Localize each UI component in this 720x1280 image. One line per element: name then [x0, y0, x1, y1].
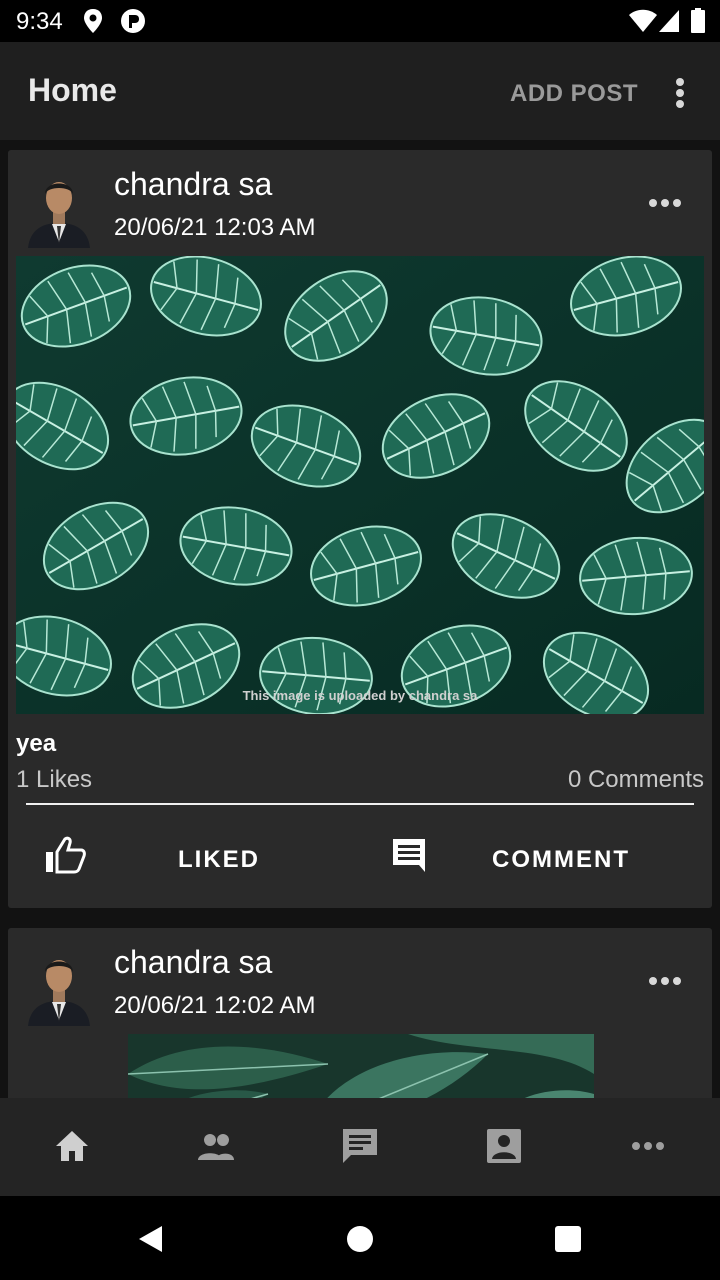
add-post-button[interactable]: ADD POST [510, 80, 638, 108]
like-button[interactable]: LIKED [178, 846, 260, 874]
avatar[interactable] [26, 168, 92, 248]
post-timestamp: 20/06/21 12:03 AM [114, 214, 316, 241]
post-more-icon[interactable] [648, 975, 682, 987]
bottom-nav [0, 1098, 720, 1196]
divider [26, 803, 694, 805]
page-title: Home [28, 72, 117, 108]
comments-count[interactable]: 0 Comments [568, 766, 704, 794]
recents-icon[interactable] [554, 1225, 582, 1253]
likes-count[interactable]: 1 Likes [16, 766, 92, 794]
post-image[interactable]: This image is uploaded by chandra sa [16, 256, 704, 714]
avatar[interactable] [26, 946, 92, 1026]
battery-icon [691, 8, 705, 33]
cell-signal-icon [659, 10, 679, 32]
wifi-icon [629, 9, 657, 32]
post-card: chandra sa 20/06/21 12:02 AM [8, 928, 712, 1098]
overflow-menu-icon[interactable] [668, 76, 692, 110]
back-icon[interactable] [136, 1224, 166, 1254]
more-icon[interactable] [628, 1126, 668, 1166]
post-author[interactable]: chandra sa [114, 944, 272, 981]
people-icon[interactable] [196, 1126, 236, 1166]
comment-button[interactable]: COMMENT [492, 846, 630, 874]
location-icon [84, 9, 102, 33]
app-bar: Home ADD POST [0, 42, 720, 140]
post-author[interactable]: chandra sa [114, 166, 272, 203]
thumbs-up-icon[interactable] [44, 836, 86, 874]
system-nav-bar [0, 1196, 720, 1280]
comment-icon[interactable] [390, 836, 428, 874]
image-watermark: This image is uploaded by chandra sa [243, 688, 479, 703]
home-button-icon[interactable] [346, 1225, 374, 1253]
post-caption: yea [16, 730, 57, 757]
post-more-icon[interactable] [648, 197, 682, 209]
home-icon[interactable] [52, 1126, 92, 1166]
post-card: chandra sa 20/06/21 12:03 AM This image … [8, 150, 712, 908]
post-image[interactable] [128, 1034, 594, 1098]
post-timestamp: 20/06/21 12:02 AM [114, 992, 316, 1019]
app-notification-icon [121, 9, 145, 33]
chat-icon[interactable] [340, 1126, 380, 1166]
status-time: 9:34 [16, 8, 63, 35]
status-bar: 9:34 [0, 0, 720, 42]
post-feed[interactable]: chandra sa 20/06/21 12:03 AM This image … [0, 140, 720, 1098]
profile-icon[interactable] [484, 1126, 524, 1166]
